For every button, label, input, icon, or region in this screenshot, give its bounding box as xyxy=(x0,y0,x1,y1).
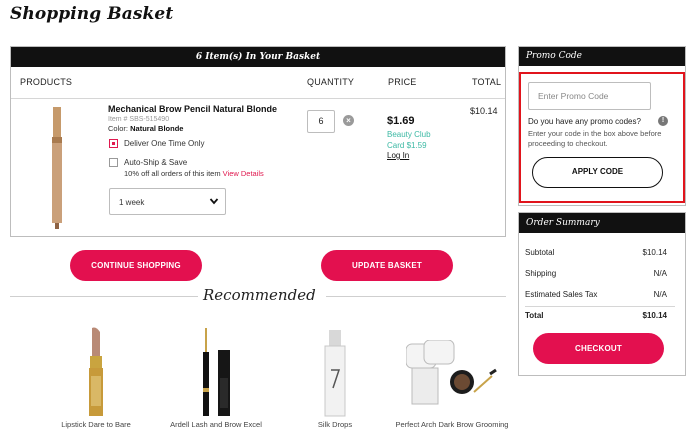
order-summary-header: Order Summary xyxy=(519,213,685,233)
brow-kit-image xyxy=(406,340,497,405)
sales-tax-label: Estimated Sales Tax xyxy=(525,290,598,299)
page-title: Shopping Basket xyxy=(10,4,174,24)
frequency-select[interactable]: 1 week xyxy=(109,188,226,215)
help-icon[interactable]: ! xyxy=(658,116,668,126)
promo-instructions: Enter your code in the box above before … xyxy=(528,129,662,148)
column-products: PRODUCTS xyxy=(20,77,73,87)
line-total: $10.14 xyxy=(470,106,498,116)
header-divider xyxy=(11,98,505,99)
color-value: Natural Blonde xyxy=(130,124,184,133)
column-quantity: QUANTITY xyxy=(307,77,355,87)
total-value: $10.14 xyxy=(642,311,667,320)
column-price: PRICE xyxy=(388,77,417,87)
basket-header: 6 Item(s) In Your Basket xyxy=(11,47,505,67)
recommended-item-name: Silk Drops xyxy=(317,420,353,429)
total-label: Total xyxy=(525,311,544,320)
brow-pencil-image[interactable] xyxy=(49,105,65,231)
order-summary-panel: Order Summary Subtotal $10.14 Shipping N… xyxy=(518,212,686,376)
silk-drops-image xyxy=(324,330,346,417)
product-name[interactable]: Mechanical Brow Pencil Natural Blonde xyxy=(108,104,277,114)
quantity-input[interactable]: 6 xyxy=(307,110,335,133)
deliver-once-checkbox[interactable] xyxy=(109,139,118,148)
basket-panel: 6 Item(s) In Your Basket PRODUCTS QUANTI… xyxy=(10,46,506,237)
promo-question: Do you have any promo codes? xyxy=(528,117,641,126)
lipstick-image xyxy=(89,327,103,416)
recommended-divider-right xyxy=(326,296,506,297)
promo-code-input[interactable]: Enter Promo Code xyxy=(528,82,651,110)
continue-shopping-button[interactable]: CONTINUE SHOPPING xyxy=(70,250,202,281)
product-item-number: Item # SBS-515490 xyxy=(108,116,170,123)
product-color: Color: Natural Blonde xyxy=(108,124,183,133)
remove-item-icon[interactable]: × xyxy=(343,115,354,126)
autoship-checkbox[interactable] xyxy=(109,158,118,167)
frequency-value: 1 week xyxy=(119,198,145,207)
subtotal-label: Subtotal xyxy=(525,248,555,257)
summary-divider xyxy=(525,306,675,307)
recommended-divider-left xyxy=(10,296,198,297)
apply-code-button[interactable]: APPLY CODE xyxy=(532,157,663,188)
recommended-title: Recommended xyxy=(203,286,316,304)
update-basket-button[interactable]: UPDATE BASKET xyxy=(321,250,453,281)
column-total: TOTAL xyxy=(472,77,502,87)
checkout-button[interactable]: CHECKOUT xyxy=(533,333,664,364)
deliver-once-label: Deliver One Time Only xyxy=(124,139,205,148)
autoship-note: 10% off all orders of this item View Det… xyxy=(124,169,264,178)
view-details-link[interactable]: View Details xyxy=(223,169,264,178)
autoship-label: Auto-Ship & Save xyxy=(124,158,188,167)
lash-brow-image xyxy=(203,328,230,416)
autoship-note-text: 10% off all orders of this item xyxy=(124,169,221,178)
color-label: Color: xyxy=(108,124,129,133)
club-price: Beauty Club Card $1.59 xyxy=(387,130,431,150)
shipping-label: Shipping xyxy=(525,269,557,278)
chevron-down-icon xyxy=(209,198,219,205)
subtotal-value: $10.14 xyxy=(642,248,667,257)
shipping-value: N/A xyxy=(653,269,667,278)
recommended-item-name: Ardell Lash and Brow Excel xyxy=(170,420,262,429)
item-price: $1.69 xyxy=(387,115,415,127)
promo-header: Promo Code xyxy=(519,47,685,66)
recommended-item-name: Perfect Arch Dark Brow Grooming xyxy=(395,420,509,429)
recommended-item-name: Lipstick Dare to Bare xyxy=(61,420,131,429)
login-link[interactable]: Log In xyxy=(387,151,409,160)
sales-tax-value: N/A xyxy=(653,290,667,299)
